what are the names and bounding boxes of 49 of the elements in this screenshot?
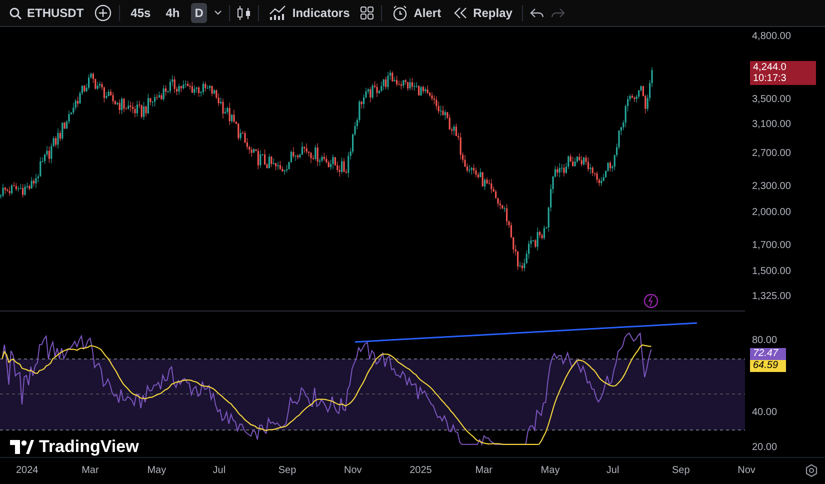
chevron-down-icon[interactable] xyxy=(214,10,222,16)
rsi-value-badge: 72.47 xyxy=(750,348,786,360)
lightning-icon[interactable] xyxy=(644,294,658,309)
date-label: May xyxy=(540,465,560,476)
date-label: Sep xyxy=(672,465,690,476)
price-label: 1,500.00 xyxy=(752,265,791,280)
rsi-label: 20.00 xyxy=(752,441,778,456)
date-label: Sep xyxy=(278,465,296,476)
price-label: 2,000.00 xyxy=(752,206,791,220)
logo-text: TradingView xyxy=(39,437,139,458)
date-label: Mar xyxy=(475,465,492,476)
rsi-label: 80.00 xyxy=(752,334,778,348)
price-label: 2,700.00 xyxy=(752,147,791,162)
price-label: 3,100.00 xyxy=(752,118,791,132)
date-label: Jul xyxy=(212,465,226,476)
replay-button[interactable]: Replay xyxy=(451,4,516,22)
settings-icon[interactable] xyxy=(805,464,818,478)
symbol-search-button[interactable]: ETHUSDT xyxy=(6,4,87,22)
logo-icon xyxy=(10,440,34,454)
alert-button[interactable]: Alert xyxy=(388,2,444,24)
rsi-value-badge: 64.59 xyxy=(750,360,786,372)
price-label: 1,325.00 xyxy=(752,290,791,304)
date-label: May xyxy=(147,465,166,476)
search-icon xyxy=(9,6,22,20)
alarm-clock-icon xyxy=(392,4,409,22)
date-label: Mar xyxy=(82,465,99,476)
indicators-button[interactable]: Indicators xyxy=(266,3,353,24)
interval-button[interactable]: D xyxy=(190,3,208,24)
date-label: 2025 xyxy=(410,465,432,476)
countdown: 10:17:3 xyxy=(753,73,788,84)
trend-line[interactable] xyxy=(354,322,698,344)
interval-button[interactable]: 45s xyxy=(126,3,155,24)
rsi-label: 40.00 xyxy=(752,406,778,420)
date-label: 2024 xyxy=(16,465,38,476)
price-label: 4,800.00 xyxy=(752,30,791,44)
date-label: Nov xyxy=(738,465,756,476)
price-label: 1,700.00 xyxy=(752,239,791,254)
date-label: Jul xyxy=(606,465,620,476)
last-price: 4,244.0 xyxy=(753,62,788,74)
rewind-icon xyxy=(454,7,468,20)
price-label: 3,500.00 xyxy=(752,93,791,108)
date-label: Nov xyxy=(344,465,362,476)
undo-icon[interactable] xyxy=(530,7,544,20)
chart-icon xyxy=(269,5,288,22)
grid-icon[interactable] xyxy=(360,6,374,20)
price-label: 2,300.00 xyxy=(752,180,791,194)
add-icon[interactable] xyxy=(94,4,112,22)
candles-icon[interactable] xyxy=(237,5,252,22)
interval-button[interactable]: 4h xyxy=(162,3,184,24)
